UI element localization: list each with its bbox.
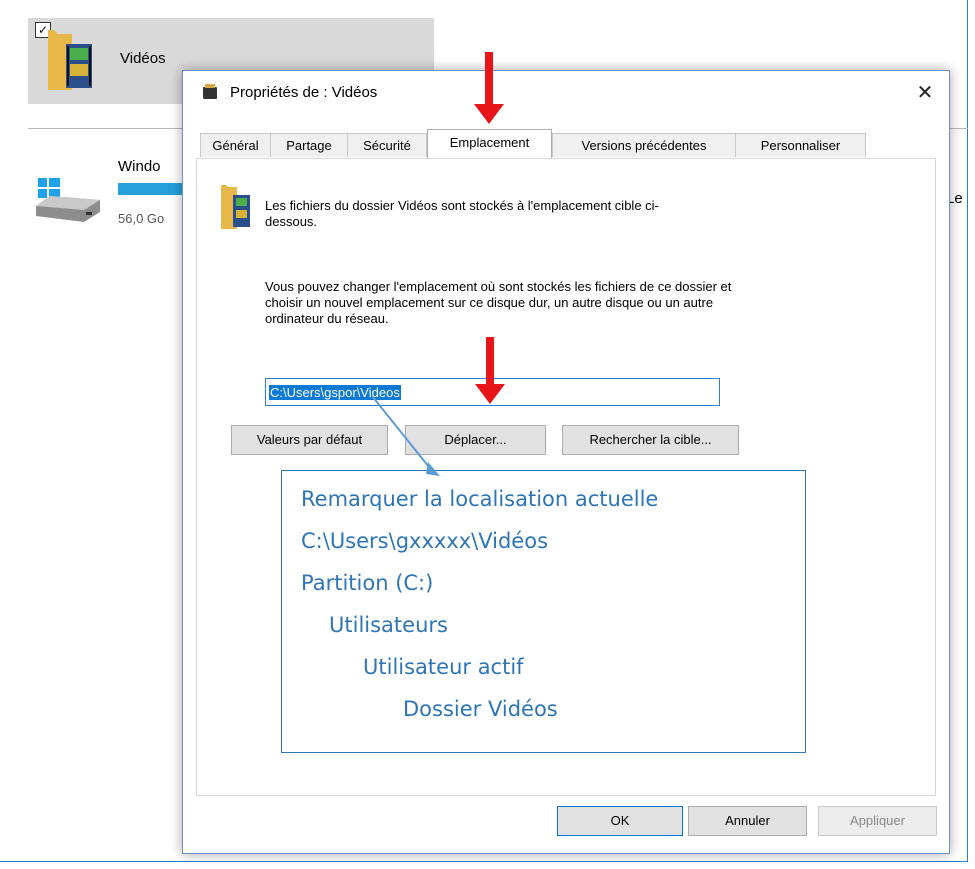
red-arrow-path — [475, 337, 505, 404]
red-arrow-tab — [474, 52, 504, 124]
callout-pointer-line — [371, 395, 440, 476]
tab-emplacement[interactable]: Emplacement — [427, 129, 552, 158]
